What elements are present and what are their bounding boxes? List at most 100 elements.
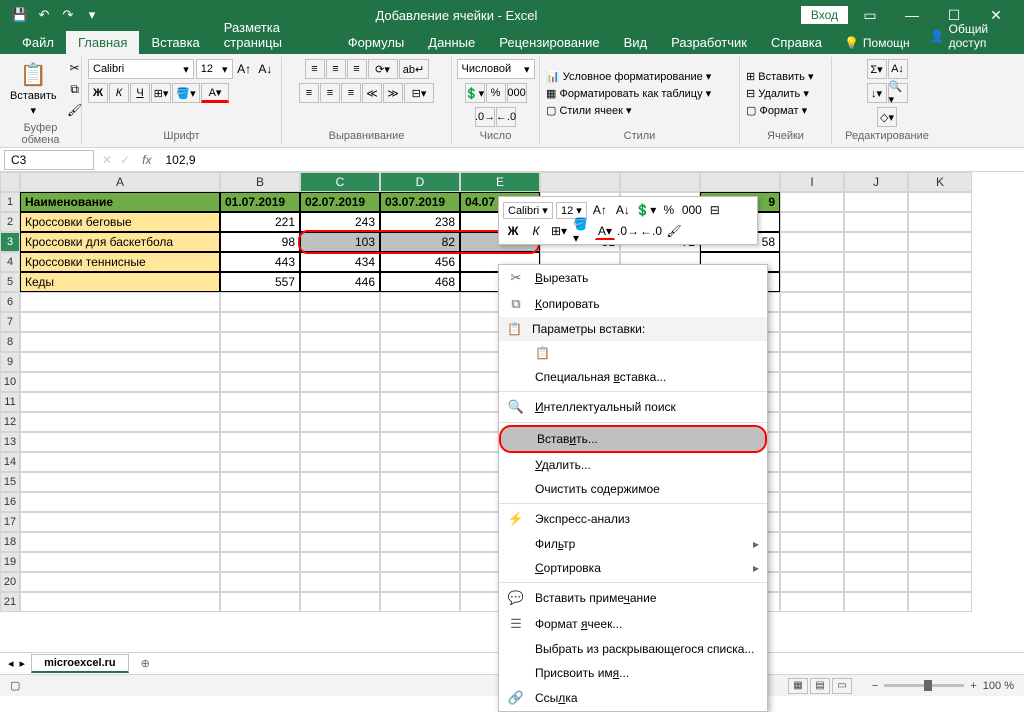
- cell[interactable]: [300, 572, 380, 592]
- paste-button[interactable]: 📋 Вставить ▾: [6, 60, 61, 119]
- row-header[interactable]: 8: [0, 332, 20, 352]
- row-header[interactable]: 18: [0, 532, 20, 552]
- cell[interactable]: [908, 532, 972, 552]
- col-header[interactable]: K: [908, 172, 972, 192]
- row-header[interactable]: 10: [0, 372, 20, 392]
- cell[interactable]: [20, 572, 220, 592]
- formula-input[interactable]: [159, 151, 1024, 169]
- cell[interactable]: [908, 312, 972, 332]
- cell[interactable]: [300, 372, 380, 392]
- cell[interactable]: [380, 432, 460, 452]
- cell[interactable]: [20, 452, 220, 472]
- mini-fill-icon[interactable]: 🪣▾: [572, 222, 592, 240]
- cell[interactable]: [908, 492, 972, 512]
- cell[interactable]: 456: [380, 252, 460, 272]
- cell[interactable]: 446: [300, 272, 380, 292]
- cell[interactable]: [300, 292, 380, 312]
- ctx-cut[interactable]: ✂Вырезать: [499, 265, 767, 291]
- cell[interactable]: [780, 572, 844, 592]
- decrease-indent-icon[interactable]: ≪: [362, 83, 382, 103]
- currency-icon[interactable]: 💲▾: [465, 83, 485, 103]
- cell[interactable]: [908, 552, 972, 572]
- find-icon[interactable]: 🔍▾: [888, 83, 908, 103]
- row-header[interactable]: 3: [0, 232, 20, 252]
- cell-styles-button[interactable]: ▢ Стили ячеек ▾: [546, 104, 632, 117]
- row-header[interactable]: 20: [0, 572, 20, 592]
- cell[interactable]: [780, 332, 844, 352]
- cell[interactable]: [780, 492, 844, 512]
- mini-currency-icon[interactable]: 💲▾: [636, 201, 656, 219]
- ctx-filter[interactable]: Фильтр▸: [499, 532, 767, 556]
- row-header[interactable]: 7: [0, 312, 20, 332]
- ctx-quick-analysis[interactable]: ⚡Экспресс-анализ: [499, 506, 767, 532]
- tab-insert[interactable]: Вставка: [139, 31, 211, 54]
- cell[interactable]: Наименование: [20, 192, 220, 212]
- tab-developer[interactable]: Разработчик: [659, 31, 759, 54]
- cell[interactable]: [908, 352, 972, 372]
- cell[interactable]: [20, 552, 220, 572]
- tab-pagelayout[interactable]: Разметка страницы: [212, 16, 336, 54]
- cell[interactable]: 434: [300, 252, 380, 272]
- cell[interactable]: [380, 492, 460, 512]
- cell[interactable]: [908, 332, 972, 352]
- mini-painter-icon[interactable]: 🖌: [664, 222, 684, 240]
- font-size-combo[interactable]: 12▾: [196, 59, 233, 79]
- col-header[interactable]: [620, 172, 700, 192]
- font-name-combo[interactable]: Calibri▾: [88, 59, 194, 79]
- cell[interactable]: Кроссовки для баскетбола: [20, 232, 220, 252]
- cell[interactable]: Кроссовки беговые: [20, 212, 220, 232]
- cell[interactable]: [300, 452, 380, 472]
- cell[interactable]: [20, 352, 220, 372]
- cell[interactable]: 221: [220, 212, 300, 232]
- tab-review[interactable]: Рецензирование: [487, 31, 611, 54]
- cell[interactable]: 82: [380, 232, 460, 252]
- cell[interactable]: [780, 552, 844, 572]
- cell[interactable]: [300, 492, 380, 512]
- col-header[interactable]: I: [780, 172, 844, 192]
- cell[interactable]: [20, 532, 220, 552]
- cell[interactable]: 01.07.2019: [220, 192, 300, 212]
- cell[interactable]: [844, 592, 908, 612]
- cell[interactable]: [220, 292, 300, 312]
- cell[interactable]: [20, 392, 220, 412]
- cell[interactable]: [844, 232, 908, 252]
- cell[interactable]: [220, 432, 300, 452]
- ctx-insert-comment[interactable]: 💬Вставить примечание: [499, 585, 767, 611]
- row-header[interactable]: 11: [0, 392, 20, 412]
- cell[interactable]: [780, 212, 844, 232]
- cell[interactable]: [780, 392, 844, 412]
- format-as-table-button[interactable]: ▦ Форматировать как таблицу ▾: [546, 87, 711, 100]
- cell[interactable]: [908, 432, 972, 452]
- tab-home[interactable]: Главная: [66, 31, 139, 54]
- mini-decimal-inc-icon[interactable]: .0→: [618, 222, 638, 240]
- row-header[interactable]: 19: [0, 552, 20, 572]
- cell[interactable]: [20, 472, 220, 492]
- cell[interactable]: [220, 492, 300, 512]
- cancel-formula-icon[interactable]: ✕: [98, 153, 116, 167]
- fill-icon[interactable]: ↓▾: [867, 83, 887, 103]
- cell[interactable]: [380, 512, 460, 532]
- percent-icon[interactable]: %: [486, 83, 506, 103]
- cell[interactable]: [908, 392, 972, 412]
- mini-decimal-dec-icon[interactable]: ←.0: [641, 222, 661, 240]
- col-header[interactable]: C: [300, 172, 380, 192]
- view-layout-icon[interactable]: ▤: [810, 678, 830, 694]
- cell[interactable]: [380, 332, 460, 352]
- align-top-icon[interactable]: ≡: [305, 59, 325, 79]
- mini-italic-icon[interactable]: К: [526, 222, 546, 240]
- cell[interactable]: [300, 472, 380, 492]
- cell[interactable]: [220, 512, 300, 532]
- col-header[interactable]: A: [20, 172, 220, 192]
- cell[interactable]: [780, 592, 844, 612]
- col-header[interactable]: B: [220, 172, 300, 192]
- cell[interactable]: [908, 292, 972, 312]
- row-header[interactable]: 9: [0, 352, 20, 372]
- cell[interactable]: [844, 432, 908, 452]
- row-header[interactable]: 15: [0, 472, 20, 492]
- sheet-prev-icon[interactable]: ◂: [8, 657, 14, 670]
- mini-font-combo[interactable]: Calibri ▾: [503, 202, 553, 219]
- mini-increase-font-icon[interactable]: A↑: [590, 201, 610, 219]
- align-center-icon[interactable]: ≡: [320, 83, 340, 103]
- cell[interactable]: [780, 472, 844, 492]
- cell[interactable]: [908, 212, 972, 232]
